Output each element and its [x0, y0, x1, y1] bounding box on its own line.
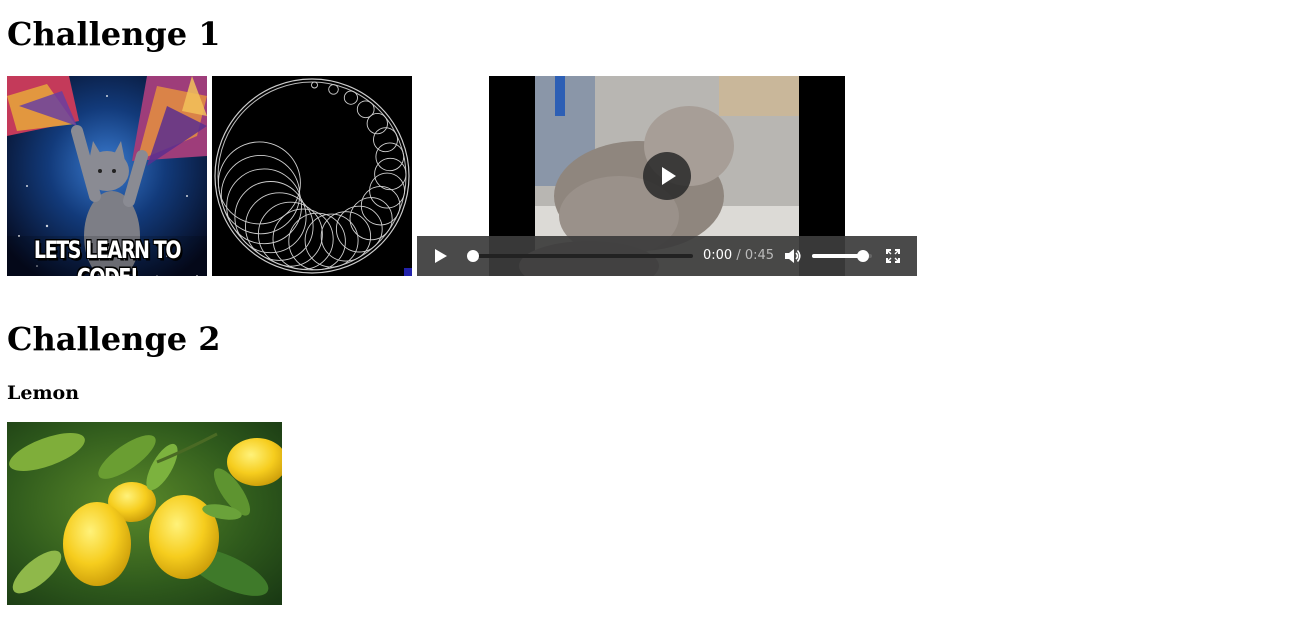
spiral-circle [226, 168, 302, 245]
volume-slider[interactable] [812, 250, 872, 262]
center-play-button[interactable] [643, 152, 691, 200]
progress-thumb[interactable] [467, 250, 479, 262]
volume-icon[interactable] [784, 248, 802, 264]
duration: / 0:45 [736, 248, 775, 263]
spiral-circle [373, 127, 398, 153]
play-icon [662, 167, 676, 185]
spiral-circle [234, 181, 307, 254]
challenge-1-heading: Challenge 1 [7, 15, 221, 53]
lemon-image [7, 422, 282, 605]
volume-fill [812, 254, 863, 258]
video-player[interactable]: 0:00 / 0:45 [417, 76, 917, 276]
spiral-circle [288, 212, 346, 271]
spiral-circle [311, 81, 318, 89]
spiral-circle [349, 197, 393, 241]
spiral-circle [375, 142, 405, 172]
spiral-circle [328, 84, 339, 95]
play-icon[interactable] [433, 248, 449, 264]
volume-thumb[interactable] [857, 250, 869, 262]
video-controls: 0:00 / 0:45 [417, 236, 917, 276]
spiral-circle [343, 90, 358, 105]
lemon-subheading: Lemon [7, 382, 80, 404]
spiral-circle [374, 157, 407, 191]
spiral-circle [335, 205, 383, 253]
cat-meme-image: LETS LEARN TO CODE! [7, 76, 207, 276]
spiral-circle [360, 185, 401, 226]
current-time: 0:00 [703, 248, 733, 263]
meme-caption: LETS LEARN TO CODE! [33, 236, 182, 277]
progress-track[interactable] [467, 250, 693, 262]
spiral-circle [320, 211, 372, 262]
challenge-2-heading: Challenge 2 [7, 320, 221, 358]
circle-spiral-image [212, 76, 412, 276]
time-display: 0:00 / 0:45 [703, 248, 774, 263]
fullscreen-icon[interactable] [886, 249, 900, 263]
